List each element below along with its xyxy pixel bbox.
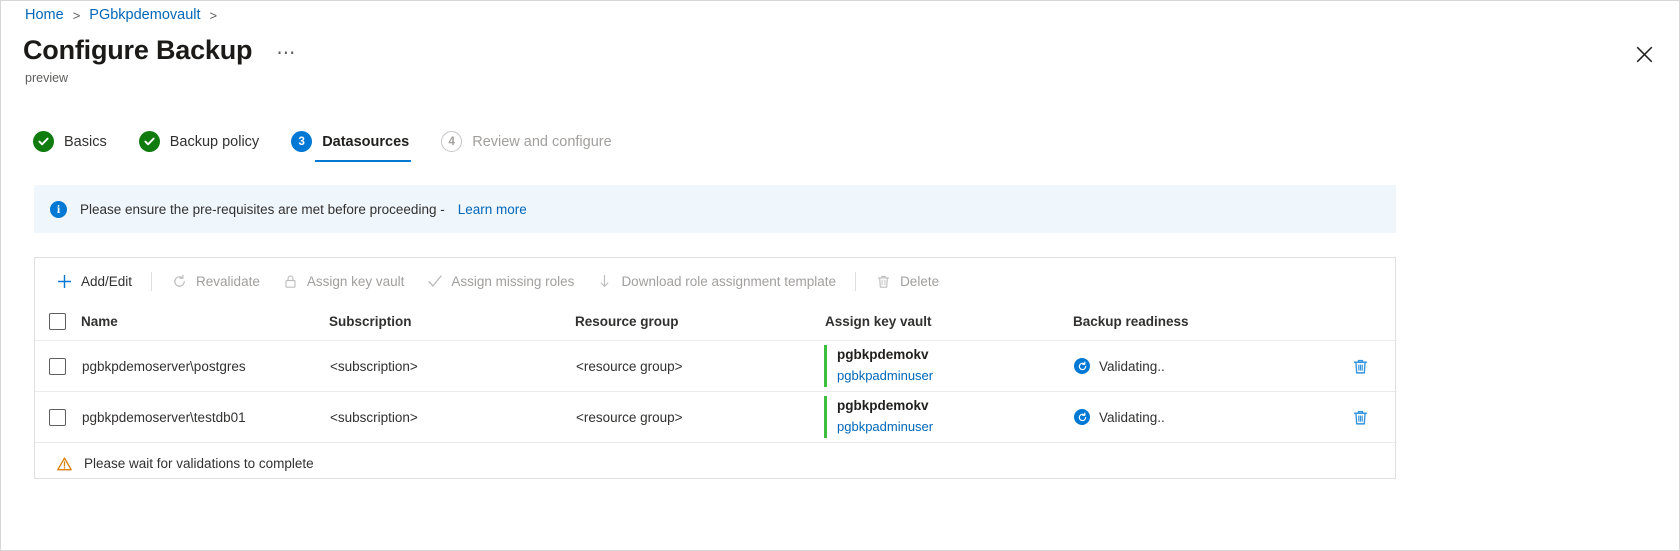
refresh-icon <box>171 273 188 290</box>
delete-button[interactable]: Delete <box>864 267 950 296</box>
validation-warning-text: Please wait for validations to complete <box>84 456 314 471</box>
row-key-vault-user[interactable]: pgbkpadminuser <box>837 366 1072 386</box>
column-header-resource-group[interactable]: Resource group <box>575 304 825 341</box>
info-banner: i Please ensure the pre-requisites are m… <box>34 185 1396 233</box>
select-all-header <box>35 304 81 341</box>
breadcrumb-item-home[interactable]: Home <box>25 7 64 23</box>
row-name: pgbkpdemoserver\postgres <box>81 340 329 392</box>
info-banner-text: Please ensure the pre-requisites are met… <box>80 201 445 217</box>
row-subscription: <subscription> <box>329 391 575 443</box>
table-row[interactable]: pgbkpdemoserver\testdb01 <subscription> … <box>35 391 1397 443</box>
column-header-backup-readiness[interactable]: Backup readiness <box>1073 304 1323 341</box>
add-edit-button[interactable]: Add/Edit <box>45 267 143 296</box>
row-key-vault-user[interactable]: pgbkpadminuser <box>837 417 1072 437</box>
assign-missing-roles-button[interactable]: Assign missing roles <box>415 267 585 296</box>
breadcrumb: Home > PGbkpdemovault > <box>25 7 217 23</box>
configure-backup-blade: Home > PGbkpdemovault > Configure Backup… <box>0 0 1680 551</box>
wizard-step-backup-policy[interactable]: Backup policy <box>135 127 277 162</box>
table-header-row: Name Subscription Resource group Assign … <box>35 304 1397 341</box>
row-key-vault-name: pgbkpdemokv <box>837 347 929 363</box>
step-number-badge-4: 4 <box>441 131 463 152</box>
row-key-vault-name: pgbkpdemokv <box>837 398 929 414</box>
row-delete-cell <box>1323 340 1397 392</box>
row-resource-group: <resource group> <box>575 391 825 443</box>
validation-warning: Please wait for validations to complete <box>35 443 1395 471</box>
row-key-vault-cell: pgbkpdemokv pgbkpadminuser <box>824 340 1073 392</box>
plus-icon <box>56 273 73 290</box>
sync-icon <box>1074 358 1090 374</box>
row-backup-readiness-cell: Validating.. <box>1073 391 1323 443</box>
row-backup-readiness-status: Validating.. <box>1099 409 1165 425</box>
row-key-vault-cell: pgbkpdemokv pgbkpadminuser <box>824 391 1073 443</box>
breadcrumb-separator-icon-2: > <box>209 7 218 23</box>
breadcrumb-separator-icon: > <box>72 7 81 23</box>
column-header-assign-key-vault[interactable]: Assign key vault <box>825 304 1073 341</box>
select-all-checkbox[interactable] <box>49 313 66 330</box>
datasources-table: Name Subscription Resource group Assign … <box>35 304 1397 443</box>
row-select-cell <box>35 391 81 443</box>
learn-more-link[interactable]: Learn more <box>458 202 527 217</box>
wizard-steps: Basics Backup policy 3 Datasources 4 Rev… <box>29 127 630 162</box>
assign-key-vault-button[interactable]: Assign key vault <box>271 267 416 296</box>
wizard-step-basics[interactable]: Basics <box>29 127 125 162</box>
breadcrumb-item-vault[interactable]: PGbkpdemovault <box>89 7 200 23</box>
revalidate-label: Revalidate <box>196 273 260 289</box>
datasources-panel: Add/Edit Revalidate Assign key vault Ass… <box>34 257 1397 479</box>
info-icon: i <box>50 200 67 218</box>
toolbar-divider-2 <box>855 271 857 291</box>
command-toolbar: Add/Edit Revalidate Assign key vault Ass… <box>35 258 1395 304</box>
trash-icon <box>875 273 892 290</box>
wizard-step-label-basics: Basics <box>64 133 107 150</box>
column-header-name[interactable]: Name <box>81 304 329 341</box>
download-role-assignment-template-button[interactable]: Download role assignment template <box>585 267 847 296</box>
revalidate-button[interactable]: Revalidate <box>160 267 271 296</box>
download-role-assignment-template-label: Download role assignment template <box>621 273 837 289</box>
assign-key-vault-label: Assign key vault <box>306 273 405 289</box>
wizard-step-label-datasources: Datasources <box>322 133 410 150</box>
close-icon[interactable] <box>1631 41 1657 67</box>
row-checkbox[interactable] <box>49 408 66 426</box>
row-checkbox[interactable] <box>49 357 66 375</box>
download-icon <box>596 273 613 290</box>
table-row[interactable]: pgbkpdemoserver\postgres <subscription> … <box>35 340 1397 392</box>
step-number-badge-3: 3 <box>291 131 313 152</box>
delete-label: Delete <box>900 273 940 289</box>
sync-icon <box>1074 409 1090 425</box>
more-options-button[interactable]: ⋯ <box>270 40 302 67</box>
row-backup-readiness-cell: Validating.. <box>1073 340 1323 392</box>
toolbar-divider-1 <box>151 271 153 291</box>
row-backup-readiness-status: Validating.. <box>1099 358 1165 374</box>
add-edit-label: Add/Edit <box>81 273 133 289</box>
wizard-step-label-review: Review and configure <box>472 133 612 150</box>
column-header-subscription[interactable]: Subscription <box>329 304 575 341</box>
row-subscription: <subscription> <box>329 340 575 392</box>
row-delete-icon[interactable] <box>1324 358 1396 375</box>
row-delete-cell <box>1323 391 1397 443</box>
assign-missing-roles-label: Assign missing roles <box>451 273 575 289</box>
wizard-step-datasources[interactable]: 3 Datasources <box>287 127 427 162</box>
warning-icon <box>57 456 72 471</box>
preview-label: preview <box>25 71 69 85</box>
wizard-step-label-backup-policy: Backup policy <box>169 133 260 150</box>
row-select-cell <box>35 340 81 392</box>
lock-icon <box>282 273 299 290</box>
wizard-step-review-and-configure[interactable]: 4 Review and configure <box>437 127 629 162</box>
row-delete-icon[interactable] <box>1324 409 1396 426</box>
check-icon <box>426 273 443 290</box>
column-header-actions <box>1323 304 1397 341</box>
check-circle-icon <box>33 131 54 152</box>
page-title: Configure Backup <box>23 35 253 65</box>
title-row: Configure Backup ⋯ <box>23 33 302 67</box>
check-circle-icon-2 <box>138 131 160 152</box>
row-name: pgbkpdemoserver\testdb01 <box>81 391 329 443</box>
row-resource-group: <resource group> <box>575 340 825 392</box>
